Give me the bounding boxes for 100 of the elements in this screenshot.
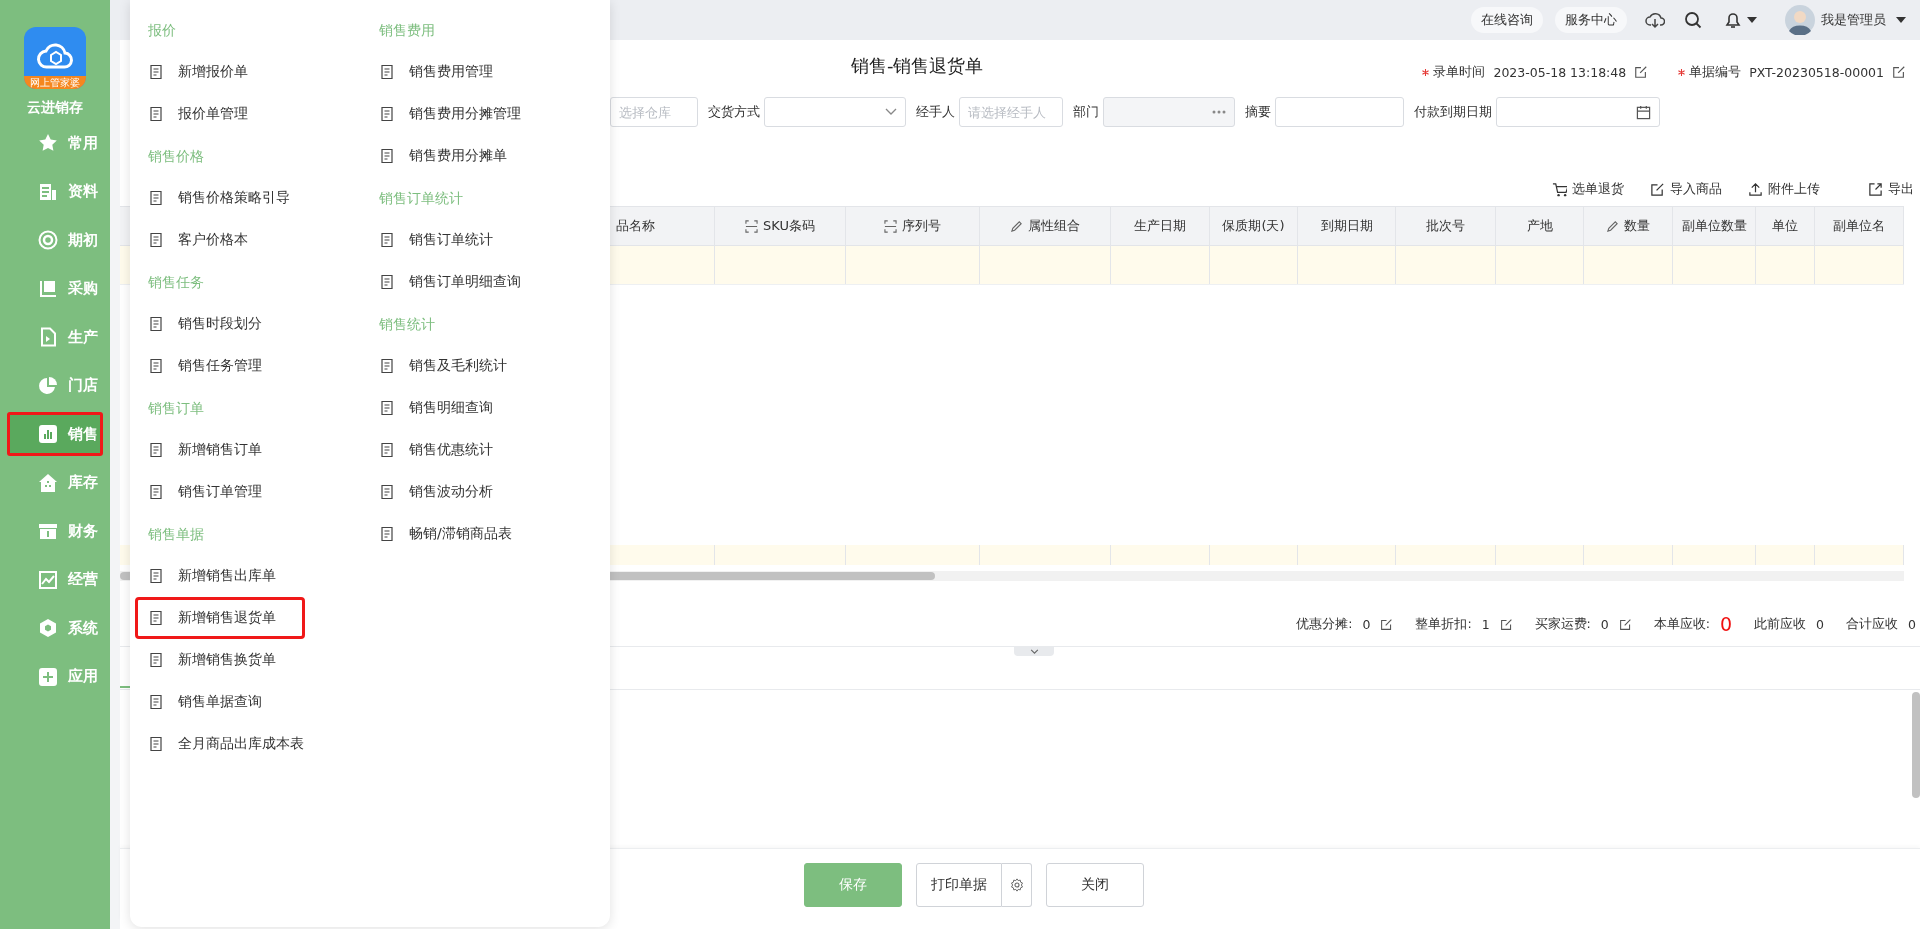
- select-field[interactable]: [1103, 97, 1235, 127]
- menu-item[interactable]: 新增销售退货单: [135, 597, 305, 639]
- app-name: 云进销存: [27, 98, 83, 117]
- meta-value: 2023-05-18 13:18:48: [1493, 64, 1627, 80]
- pencil-icon: [1010, 219, 1023, 233]
- menu-item[interactable]: 销售明细查询: [366, 387, 522, 429]
- calendar-icon[interactable]: [1636, 104, 1651, 120]
- target-icon: [38, 230, 58, 250]
- total-label: 买家运费:: [1534, 615, 1591, 633]
- user-name[interactable]: 我是管理员: [1821, 11, 1886, 29]
- trend-chart-icon: [38, 569, 58, 590]
- bell-icon[interactable]: [1723, 10, 1743, 30]
- edit-icon[interactable]: [1618, 617, 1632, 631]
- menu-item[interactable]: 销售费用分摊管理: [366, 93, 550, 135]
- column-header[interactable]: 生产日期: [1111, 207, 1210, 245]
- menu-item[interactable]: 销售单据查询: [135, 681, 291, 723]
- document-icon: [148, 736, 164, 752]
- menu-item[interactable]: 销售订单明细查询: [366, 261, 550, 303]
- collapse-button[interactable]: [1014, 646, 1054, 656]
- input-field[interactable]: 选择仓库: [610, 97, 698, 127]
- upload-icon: [1748, 181, 1763, 197]
- toolbar-button[interactable]: 附件上传: [1748, 180, 1820, 198]
- scan-icon: [884, 219, 897, 233]
- toolbar-button[interactable]: 导入商品: [1650, 180, 1722, 198]
- document-icon: [148, 232, 164, 248]
- edit-icon[interactable]: [1499, 617, 1513, 631]
- column-header[interactable]: 数量: [1584, 207, 1673, 245]
- field-label: 付款到期日期: [1414, 103, 1492, 121]
- field-label: 交货方式: [708, 103, 760, 121]
- top-link-button[interactable]: 在线咨询: [1471, 7, 1543, 33]
- menu-item[interactable]: 销售时段划分: [135, 303, 291, 345]
- document-icon: [38, 181, 58, 202]
- total-label: 优惠分摊:: [1296, 615, 1353, 633]
- close-button[interactable]: 关闭: [1046, 863, 1144, 907]
- menu-item[interactable]: 销售任务管理: [135, 345, 291, 387]
- document-icon: [148, 106, 164, 122]
- select-field[interactable]: [764, 97, 906, 127]
- total-label: 此前应收: [1754, 615, 1807, 633]
- menu-item[interactable]: 新增销售出库单: [135, 555, 305, 597]
- menu-item[interactable]: 销售优惠统计: [366, 429, 522, 471]
- menu-item[interactable]: 新增销售换货单: [135, 639, 305, 681]
- scrollbar-thumb[interactable]: [1912, 692, 1920, 798]
- document-icon: [379, 274, 395, 290]
- caret-icon[interactable]: [1747, 17, 1757, 23]
- meta-value: PXT-20230518-00001: [1749, 64, 1884, 80]
- print-settings-button[interactable]: [1002, 863, 1032, 907]
- print-button[interactable]: 打印单据: [916, 863, 1002, 907]
- menu-item[interactable]: 销售价格策略引导: [135, 177, 319, 219]
- cloud-download-icon[interactable]: [1645, 10, 1665, 30]
- column-header[interactable]: 序列号: [846, 207, 980, 245]
- toolbar-button[interactable]: 选单退货: [1552, 180, 1624, 198]
- edit-icon[interactable]: [1380, 617, 1394, 631]
- menu-heading: 报价: [148, 21, 176, 40]
- document-icon: [379, 526, 395, 542]
- pencil-icon: [1606, 219, 1619, 233]
- document-icon: [379, 484, 395, 500]
- menu-item[interactable]: 销售费用管理: [366, 51, 522, 93]
- menu-item[interactable]: 新增报价单: [135, 51, 277, 93]
- column-header[interactable]: 单位: [1756, 207, 1815, 245]
- export-icon: [1868, 181, 1883, 197]
- menu-item[interactable]: 报价单管理: [135, 93, 277, 135]
- column-header[interactable]: 保质期(天): [1210, 207, 1298, 245]
- edit-icon[interactable]: [1634, 65, 1649, 79]
- input-field[interactable]: [1275, 97, 1404, 127]
- document-icon: [379, 400, 395, 416]
- document-icon: [379, 442, 395, 458]
- menu-item[interactable]: 销售订单管理: [135, 471, 291, 513]
- menu-item[interactable]: 新增销售订单: [135, 429, 291, 471]
- menu-item[interactable]: 销售波动分析: [366, 471, 522, 513]
- more-icon[interactable]: [1212, 110, 1226, 114]
- search-icon[interactable]: [1683, 10, 1703, 30]
- column-header[interactable]: 到期日期: [1298, 207, 1396, 245]
- menu-item[interactable]: 销售费用分摊单: [366, 135, 536, 177]
- date-field[interactable]: [1496, 97, 1660, 127]
- meta-label: 录单时间: [1433, 63, 1486, 81]
- book-icon: [38, 278, 58, 299]
- column-header[interactable]: 副单位名: [1815, 207, 1904, 245]
- menu-item[interactable]: 全月商品出库成本表: [135, 723, 333, 765]
- column-header[interactable]: 产地: [1496, 207, 1584, 245]
- menu-item[interactable]: 销售订单统计: [366, 219, 522, 261]
- chevron-down-icon: [885, 108, 897, 116]
- page-title: 销售-销售退货单: [851, 54, 984, 78]
- menu-item[interactable]: 畅销/滞销商品表: [366, 513, 541, 555]
- column-header[interactable]: 属性组合: [980, 207, 1111, 245]
- top-link-button[interactable]: 服务中心: [1555, 7, 1627, 33]
- column-header[interactable]: 批次号: [1396, 207, 1496, 245]
- edit-icon[interactable]: [1892, 65, 1906, 79]
- input-field[interactable]: 请选择经手人: [959, 97, 1063, 127]
- menu-item[interactable]: 销售及毛利统计: [366, 345, 536, 387]
- column-header[interactable]: 副单位数量: [1673, 207, 1756, 245]
- total-label: 本单应收:: [1653, 615, 1710, 633]
- toolbar-button[interactable]: 导出: [1868, 180, 1914, 198]
- caret-icon[interactable]: [1896, 17, 1906, 23]
- column-header[interactable]: SKU条码: [715, 207, 846, 245]
- menu-heading: 销售费用: [379, 21, 435, 40]
- chevron-down-icon: [1029, 648, 1039, 654]
- menu-item[interactable]: 客户价格本: [135, 219, 277, 261]
- avatar-icon[interactable]: [1785, 5, 1815, 35]
- star-icon: [38, 133, 58, 153]
- menu-heading: 销售单据: [148, 525, 204, 544]
